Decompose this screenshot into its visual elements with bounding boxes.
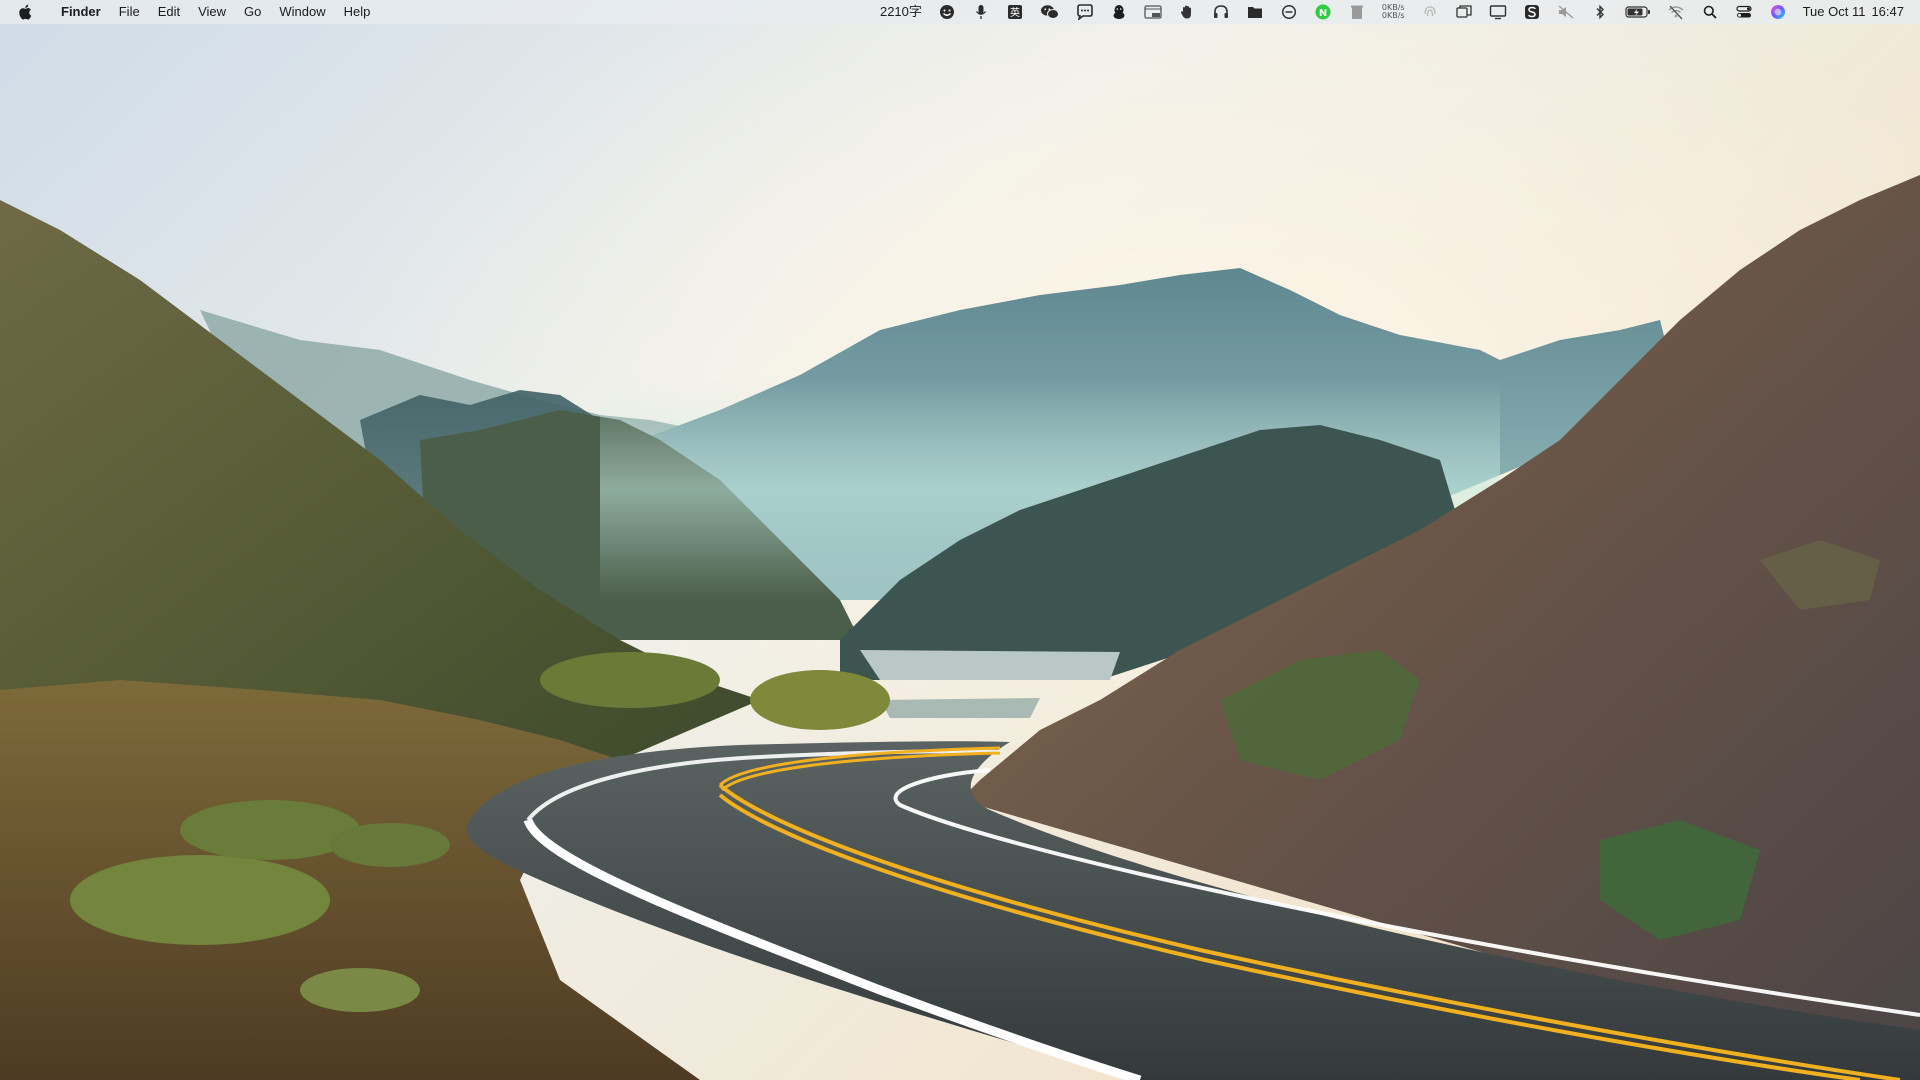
- apple-menu-icon[interactable]: [18, 3, 34, 21]
- headphones-icon[interactable]: [1212, 1, 1230, 23]
- clock-time: 16:47: [1871, 4, 1904, 19]
- network-speed-icon[interactable]: 0KB/s 0KB/s: [1382, 4, 1405, 20]
- control-center-icon[interactable]: [1735, 1, 1753, 23]
- menu-bar-status-area: 2210字 英 N 0KB/s 0KB/s Tue Oct 11 16:47: [872, 0, 1908, 24]
- do-not-disturb-icon[interactable]: [1280, 1, 1298, 23]
- chat-bubble-icon[interactable]: [1076, 1, 1094, 23]
- desktop: Finder File Edit View Go Window Help 221…: [0, 0, 1920, 1080]
- display-icon[interactable]: [1489, 1, 1507, 23]
- wifi-off-icon[interactable]: [1667, 1, 1685, 23]
- bluetooth-icon[interactable]: [1591, 1, 1609, 23]
- clock-date: Tue Oct 11: [1802, 4, 1866, 19]
- battery-icon[interactable]: [1624, 1, 1651, 23]
- wechat-icon[interactable]: [1040, 1, 1060, 23]
- svg-text:N: N: [1319, 8, 1327, 19]
- folder-icon[interactable]: [1246, 1, 1264, 23]
- qq-penguin-icon[interactable]: [1110, 1, 1128, 23]
- siri-icon[interactable]: [1769, 1, 1787, 23]
- muted-icon[interactable]: [1557, 1, 1575, 23]
- hand-icon[interactable]: [1178, 1, 1196, 23]
- menu-help[interactable]: Help: [335, 0, 380, 24]
- green-n-app-icon[interactable]: N: [1314, 1, 1332, 23]
- input-counter[interactable]: 2210字: [880, 1, 922, 23]
- menu-view[interactable]: View: [189, 0, 235, 24]
- menu-edit[interactable]: Edit: [149, 0, 189, 24]
- fingerprint-icon[interactable]: [1421, 1, 1439, 23]
- menu-bar: Finder File Edit View Go Window Help 221…: [0, 0, 1920, 24]
- input-method-icon[interactable]: 英: [1006, 1, 1024, 23]
- menu-go[interactable]: Go: [235, 0, 270, 24]
- menu-bar-clock[interactable]: Tue Oct 11 16:47: [1795, 0, 1908, 24]
- trash-bin-icon[interactable]: [1348, 1, 1366, 23]
- desktop-wallpaper: [0, 0, 1920, 1080]
- s-app-icon[interactable]: [1523, 1, 1541, 23]
- menu-bar-left: Finder File Edit View Go Window Help: [18, 0, 379, 24]
- smiley-face-icon[interactable]: [938, 1, 956, 23]
- window-stack-icon[interactable]: [1455, 1, 1473, 23]
- microphone-icon[interactable]: [972, 1, 990, 23]
- ime-label: 英: [1010, 6, 1020, 19]
- ssh-terminal-icon[interactable]: [1144, 1, 1162, 23]
- menu-file[interactable]: File: [110, 0, 149, 24]
- app-name-menu[interactable]: Finder: [52, 0, 110, 24]
- menu-window[interactable]: Window: [270, 0, 334, 24]
- net-download-speed: 0KB/s: [1381, 11, 1405, 20]
- spotlight-search-icon[interactable]: [1701, 1, 1719, 23]
